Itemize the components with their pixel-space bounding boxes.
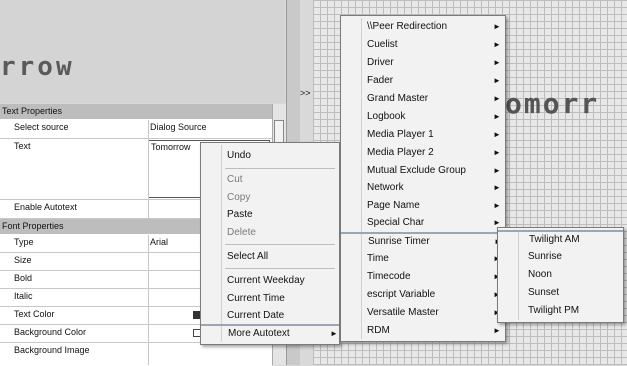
sunrise-timer-submenu: Twilight AM Sunrise Noon Sunset Twilight… <box>497 227 624 323</box>
prop-label: Enable Autotext <box>14 202 78 212</box>
menu-gutter <box>361 18 362 339</box>
submenu-arrow-icon: ► <box>493 201 501 210</box>
submenu-arrow-icon: ► <box>493 40 501 49</box>
grid-divider <box>148 120 149 219</box>
prop-label: Text Color <box>14 309 55 319</box>
submenu-arrow-icon: ► <box>493 76 501 85</box>
prop-row-select-source[interactable]: Select source Dialog Source <box>0 120 272 139</box>
prop-label: Background Image <box>14 345 90 355</box>
text-context-menu: Undo Cut Copy Paste Delete Select All Cu… <box>200 142 340 345</box>
submenu-arrow-icon: ► <box>493 183 501 192</box>
prop-label: Italic <box>14 291 33 301</box>
submenu-arrow-icon: ► <box>330 329 338 338</box>
menu-separator <box>225 244 335 245</box>
prop-label: Type <box>14 237 34 247</box>
prop-value[interactable]: Dialog Source <box>150 122 207 132</box>
submenu-arrow-icon: ► <box>493 112 501 121</box>
submenu-arrow-icon: ► <box>493 22 501 31</box>
section-title: Font Properties <box>2 221 64 231</box>
text-value: Tomorrow <box>151 142 191 152</box>
autotext-submenu: \\Peer Redirection ► Cuelist ► Driver ► Fad… <box>340 15 506 342</box>
menu-separator <box>225 168 335 169</box>
prop-label: Bold <box>14 273 33 283</box>
prop-label: Text <box>14 141 31 151</box>
prop-value[interactable]: Arial <box>150 237 168 247</box>
submenu-arrow-icon: ► <box>493 94 501 103</box>
menu-item-sunrise-timer[interactable]: Sunrise Timer► <box>341 232 505 247</box>
grid-divider <box>148 235 149 365</box>
prop-label: Select source <box>14 122 69 132</box>
prop-label: Background Color <box>14 327 87 337</box>
menu-item-twilight-am[interactable]: Twilight AM <box>498 230 623 245</box>
menu-item-more-autotext[interactable]: More Autotext ► <box>201 324 339 339</box>
menu-gutter <box>221 145 222 342</box>
collapse-panel-button[interactable]: >> <box>300 88 311 98</box>
section-title: Text Properties <box>2 106 63 116</box>
submenu-arrow-icon: ► <box>493 166 501 175</box>
prop-label: Size <box>14 255 32 265</box>
submenu-arrow-icon: ► <box>493 58 501 67</box>
prop-row-background-image[interactable]: Background Image <box>0 343 272 365</box>
menu-separator <box>225 268 335 269</box>
preview-area: rrow <box>0 0 285 103</box>
canvas-text: omorr <box>505 87 600 120</box>
submenu-arrow-icon: ► <box>493 130 501 139</box>
preview-text: rrow <box>0 52 75 82</box>
menu-gutter <box>518 230 519 320</box>
submenu-arrow-icon: ► <box>493 326 501 335</box>
section-text-properties[interactable]: Text Properties <box>0 104 286 119</box>
submenu-arrow-icon: ► <box>493 148 501 157</box>
